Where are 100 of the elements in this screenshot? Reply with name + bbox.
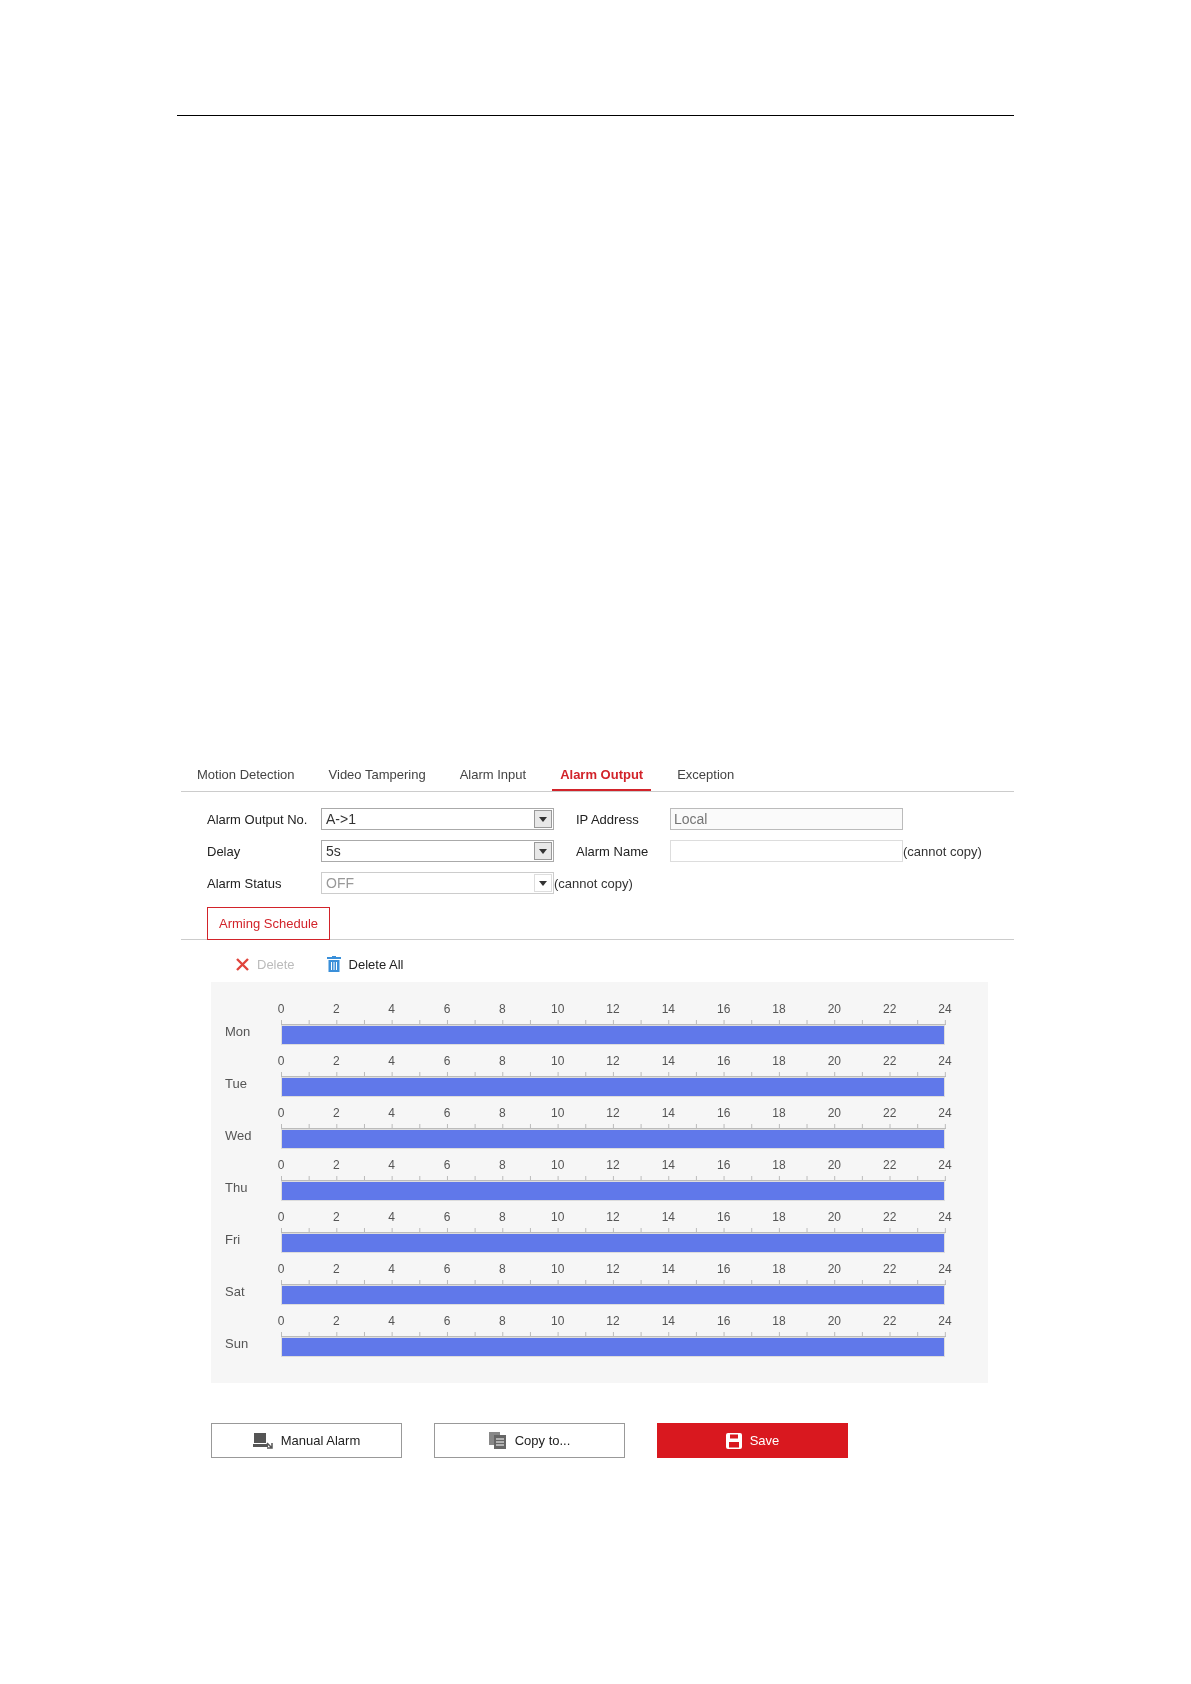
hour-label: 16 [717, 1158, 731, 1172]
hour-label: 20 [827, 1106, 841, 1120]
toolbar-button[interactable]: Delete All [326, 956, 404, 972]
hour-label: 8 [499, 1262, 506, 1276]
hour-label: 24 [938, 1210, 952, 1224]
hour-label: 14 [661, 1262, 675, 1276]
hour-label: 24 [938, 1106, 952, 1120]
field-label: Delay [207, 843, 242, 859]
tab[interactable]: Video Tampering [320, 761, 434, 791]
hour-label: 0 [277, 1314, 285, 1328]
schedule-bar[interactable] [282, 1182, 944, 1200]
tab[interactable]: Exception [669, 761, 743, 791]
schedule-bar[interactable] [282, 1286, 944, 1304]
day-label: Thu [225, 1180, 248, 1195]
manual-alarm-button[interactable]: Manual Alarm [211, 1423, 402, 1458]
note-text: (cannot copy) [554, 875, 633, 891]
hour-label: 14 [661, 1054, 675, 1068]
hour-label: 20 [827, 1314, 841, 1328]
schedule-bar[interactable] [282, 1026, 944, 1044]
field-label: IP Address [575, 811, 640, 827]
hour-label: 12 [606, 1002, 620, 1016]
hour-label: 20 [827, 1262, 841, 1276]
hour-label: 24 [938, 1158, 952, 1172]
tab[interactable]: Alarm Output [552, 761, 652, 791]
hour-label: 20 [827, 1158, 841, 1172]
hour-label: 16 [717, 1314, 731, 1328]
hour-label: 6 [443, 1002, 451, 1016]
copy-icon [488, 1432, 507, 1449]
hour-label: 8 [499, 1158, 506, 1172]
hour-label: 12 [606, 1314, 620, 1328]
hour-label: 20 [827, 1210, 841, 1224]
hour-label: 12 [606, 1158, 620, 1172]
hour-label: 22 [883, 1314, 897, 1328]
day-label: Sat [225, 1284, 245, 1299]
hour-label: 16 [717, 1106, 731, 1120]
hour-label: 20 [827, 1002, 841, 1016]
hour-label: 4 [388, 1054, 395, 1068]
hour-label: 2 [333, 1054, 340, 1068]
hour-label: 0 [277, 1002, 285, 1016]
copy-button[interactable]: Copy to... [434, 1423, 625, 1458]
hour-label: 0 [277, 1054, 285, 1068]
hour-label: 0 [277, 1210, 285, 1224]
hour-label: 6 [443, 1314, 451, 1328]
hour-label: 8 [499, 1210, 506, 1224]
field-label: Alarm Status [207, 875, 283, 891]
hour-label: 18 [772, 1210, 786, 1224]
delay-dropdown[interactable]: 5s [321, 840, 554, 862]
hour-label: 14 [661, 1314, 675, 1328]
hour-label: 6 [443, 1054, 451, 1068]
hour-label: 0 [277, 1106, 285, 1120]
computer-icon [252, 1432, 273, 1449]
hour-label: 4 [388, 1262, 395, 1276]
hour-label: 10 [551, 1002, 565, 1016]
schedule-bar[interactable] [282, 1234, 944, 1252]
tab[interactable]: Motion Detection [189, 761, 303, 791]
schedule-bar[interactable] [282, 1078, 944, 1096]
day-label: Tue [225, 1076, 247, 1091]
hour-label: 2 [333, 1002, 340, 1016]
hour-label: 18 [772, 1002, 786, 1016]
hour-label: 22 [883, 1106, 897, 1120]
note-text: (cannot copy) [903, 843, 982, 859]
trash-icon [326, 956, 341, 972]
hour-label: 6 [443, 1262, 451, 1276]
hour-label: 14 [661, 1210, 675, 1224]
hour-label: 8 [499, 1106, 506, 1120]
hour-label: 12 [606, 1262, 620, 1276]
hour-label: 12 [606, 1106, 620, 1120]
hour-label: 16 [717, 1002, 731, 1016]
tab[interactable]: Alarm Input [451, 761, 535, 791]
hour-label: 14 [661, 1106, 675, 1120]
hour-label: 10 [551, 1262, 565, 1276]
hour-label: 18 [772, 1106, 786, 1120]
hour-label: 10 [551, 1314, 565, 1328]
hour-label: 24 [938, 1314, 952, 1328]
hour-label: 10 [551, 1158, 565, 1172]
hour-label: 2 [333, 1210, 340, 1224]
day-label: Sun [225, 1336, 249, 1351]
hour-label: 22 [883, 1158, 897, 1172]
hour-label: 24 [938, 1002, 952, 1016]
dropdown-caret-icon[interactable] [534, 842, 552, 860]
arming-schedule-tab[interactable]: Arming Schedule [207, 907, 330, 940]
dropdown-caret-icon[interactable] [534, 810, 552, 828]
schedule-bar[interactable] [282, 1338, 944, 1356]
hour-label: 6 [443, 1210, 451, 1224]
hour-label: 4 [388, 1002, 395, 1016]
alarm-name-field[interactable] [670, 840, 903, 862]
hour-label: 24 [938, 1262, 952, 1276]
save-button[interactable]: Save [657, 1423, 848, 1458]
hour-label: 8 [499, 1002, 506, 1016]
hour-label: 14 [661, 1002, 675, 1016]
hour-label: 4 [388, 1210, 395, 1224]
schedule-bar[interactable] [282, 1130, 944, 1148]
hour-label: 16 [717, 1262, 731, 1276]
hour-label: 2 [333, 1314, 340, 1328]
hour-label: 18 [772, 1314, 786, 1328]
hour-label: 10 [551, 1054, 565, 1068]
hour-label: 2 [333, 1262, 340, 1276]
hour-label: 4 [388, 1106, 395, 1120]
field-label: Alarm Name [575, 843, 650, 859]
alarm-output-dropdown[interactable]: A->1 [321, 808, 554, 830]
